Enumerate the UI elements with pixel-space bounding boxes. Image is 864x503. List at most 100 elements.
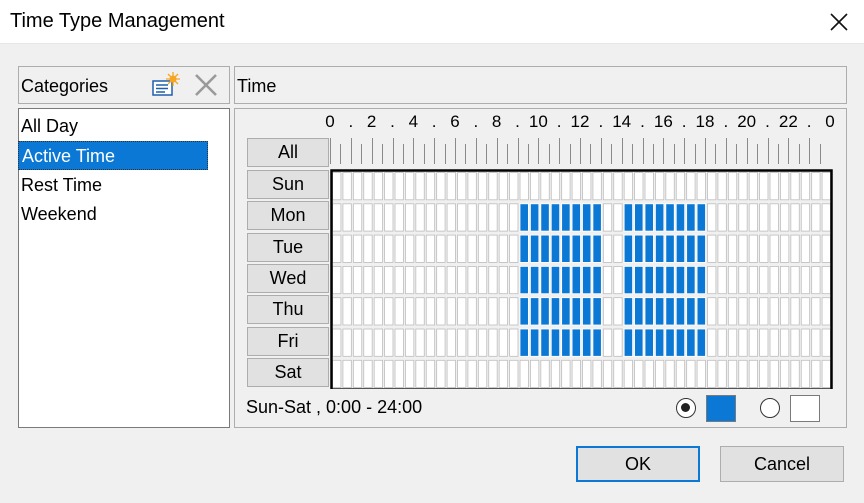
hour-label: . (765, 112, 770, 131)
time-slot (457, 266, 467, 295)
time-slot (780, 297, 790, 326)
time-slot (613, 359, 623, 389)
time-slot (498, 203, 508, 232)
time-slot (540, 297, 550, 326)
time-slot (634, 203, 644, 232)
time-slot (457, 172, 467, 201)
time-slot (759, 234, 769, 263)
time-slot (405, 328, 415, 357)
time-slot (540, 328, 550, 357)
category-item-active-time[interactable]: Active Time (18, 141, 208, 170)
time-slot (519, 359, 529, 389)
time-grid[interactable] (330, 169, 833, 389)
time-slot (498, 234, 508, 263)
day-button-sat[interactable]: Sat (247, 357, 329, 387)
day-button-sun[interactable]: Sun (247, 170, 329, 199)
time-slot (446, 172, 456, 201)
time-slot (686, 359, 696, 389)
time-slot (634, 297, 644, 326)
time-slot (540, 266, 550, 295)
hour-ruler[interactable] (330, 138, 830, 168)
ok-button[interactable]: OK (576, 446, 700, 482)
time-slot (602, 266, 613, 295)
category-item-rest-time[interactable]: Rest Time (18, 171, 208, 200)
hour-label: 6 (450, 112, 460, 131)
time-slot (436, 359, 446, 389)
time-slot (477, 328, 488, 357)
time-slot (707, 266, 717, 295)
time-slot (738, 359, 748, 389)
day-button-thu[interactable]: Thu (247, 295, 329, 325)
time-slot (811, 266, 821, 295)
time-slot (571, 328, 581, 357)
time-slot (738, 266, 748, 295)
time-slot (540, 172, 550, 201)
time-slot (571, 359, 581, 389)
time-slot (467, 328, 477, 357)
time-slot (352, 266, 363, 295)
time-slot (592, 297, 602, 326)
time-slot (394, 359, 404, 389)
time-slot (759, 203, 769, 232)
hour-label: . (556, 112, 562, 131)
day-button-tue[interactable]: Tue (247, 232, 329, 262)
category-item-all-day[interactable]: All Day (18, 112, 208, 141)
time-slot (800, 266, 811, 295)
delete-category-button[interactable] (192, 71, 220, 99)
time-slot (332, 297, 342, 326)
time-slot (800, 328, 811, 357)
time-slot (446, 328, 456, 357)
time-slot (550, 234, 561, 263)
time-slot (800, 359, 811, 389)
category-item-weekend[interactable]: Weekend (18, 200, 208, 229)
new-category-button[interactable] (152, 71, 180, 99)
time-slot (384, 172, 394, 201)
hour-label: 10 (528, 112, 548, 131)
hour-label: . (515, 112, 520, 131)
time-slot (415, 328, 425, 357)
time-slot (530, 328, 540, 357)
time-slot (644, 359, 654, 389)
time-slot (540, 234, 550, 263)
all-days-button[interactable]: All (247, 138, 329, 167)
hour-label: . (473, 112, 479, 131)
time-slot (780, 203, 790, 232)
time-slot (800, 172, 811, 201)
time-slot (352, 359, 363, 389)
time-slot (384, 328, 394, 357)
time-slot (717, 297, 727, 326)
cancel-button[interactable]: Cancel (720, 446, 844, 482)
time-slot (498, 297, 508, 326)
day-button-fri[interactable]: Fri (247, 326, 329, 356)
hour-label: . (390, 112, 395, 131)
time-slot (384, 297, 394, 326)
time-slot (748, 297, 758, 326)
time-slot (373, 328, 383, 357)
time-slot (707, 297, 717, 326)
time-slot (561, 297, 571, 326)
time-slot (415, 297, 425, 326)
day-button-wed[interactable]: Wed (247, 263, 329, 293)
time-slot (467, 172, 477, 201)
empty-color-swatch[interactable] (790, 395, 820, 422)
time-slot (790, 297, 800, 326)
time-slot (530, 172, 540, 201)
window-title: Time Type Management (10, 10, 225, 32)
time-slot (592, 266, 602, 295)
time-slot (811, 359, 821, 389)
time-slot (477, 203, 488, 232)
time-slot (707, 328, 717, 357)
close-button[interactable] (818, 4, 860, 40)
time-slot (686, 328, 696, 357)
clear-mode-radio[interactable] (760, 398, 780, 418)
time-slot (602, 297, 613, 326)
time-slot (342, 359, 352, 389)
fill-mode-radio[interactable] (676, 398, 696, 418)
fill-color-swatch[interactable] (706, 395, 736, 422)
time-slot (790, 234, 800, 263)
time-slot (405, 359, 415, 389)
time-slot (509, 359, 519, 389)
day-button-mon[interactable]: Mon (247, 201, 329, 231)
time-slot (821, 172, 831, 201)
hour-label: . (806, 112, 812, 131)
